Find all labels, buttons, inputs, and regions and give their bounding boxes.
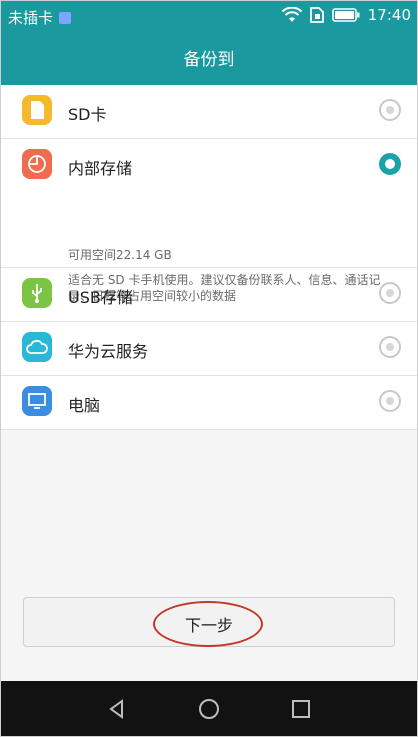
usb-icon [22,278,52,308]
next-step-label: 下一步 [184,616,233,635]
computer-icon [22,386,52,416]
page-title: 备份到 [183,50,235,70]
status-bar: 未插卡 17:40 [1,1,417,31]
option-label: 电脑 [68,396,101,415]
pie-chart-icon [22,149,52,179]
wifi-icon [281,7,302,23]
cloud-icon [22,332,52,362]
sd-card-icon [22,95,52,125]
sim-icon [59,11,72,24]
radio-huawei-cloud[interactable] [379,336,401,358]
option-sd-card[interactable]: SD卡 [1,85,417,139]
radio-usb-storage[interactable] [379,282,401,304]
recents-icon[interactable] [287,695,315,723]
phone-screen: 未插卡 17:40 备份到 SD卡 内部存储 可用空间22.14 GB 适合无 … [0,0,418,737]
option-label: USB存储 [68,288,133,307]
navigation-bar [1,681,417,736]
option-internal-storage[interactable]: 内部存储 可用空间22.14 GB 适合无 SD 卡手机使用。建议仅备份联系人、… [1,139,417,303]
battery-icon [331,8,360,22]
radio-sd-card[interactable] [379,99,401,121]
clock: 17:40 [367,6,411,24]
option-usb-storage[interactable]: USB存储 [1,268,417,322]
title-bar: 备份到 [1,31,417,85]
option-label: 内部存储 [68,159,133,178]
home-icon[interactable] [195,695,223,723]
option-huawei-cloud[interactable]: 华为云服务 [1,322,417,376]
backup-destination-list: SD卡 内部存储 可用空间22.14 GB 适合无 SD 卡手机使用。建议仅备份… [1,85,417,430]
radio-internal-storage[interactable] [379,153,401,175]
radio-computer[interactable] [379,390,401,412]
option-label: 华为云服务 [68,342,149,361]
back-icon[interactable] [103,695,131,723]
carrier-text: 未插卡 [8,9,54,27]
next-step-button[interactable]: 下一步 [23,597,395,647]
free-space-text: 可用空间22.14 GB [68,248,172,262]
sim-card-icon [309,7,324,23]
option-computer[interactable]: 电脑 [1,376,417,430]
option-label: SD卡 [68,105,107,124]
